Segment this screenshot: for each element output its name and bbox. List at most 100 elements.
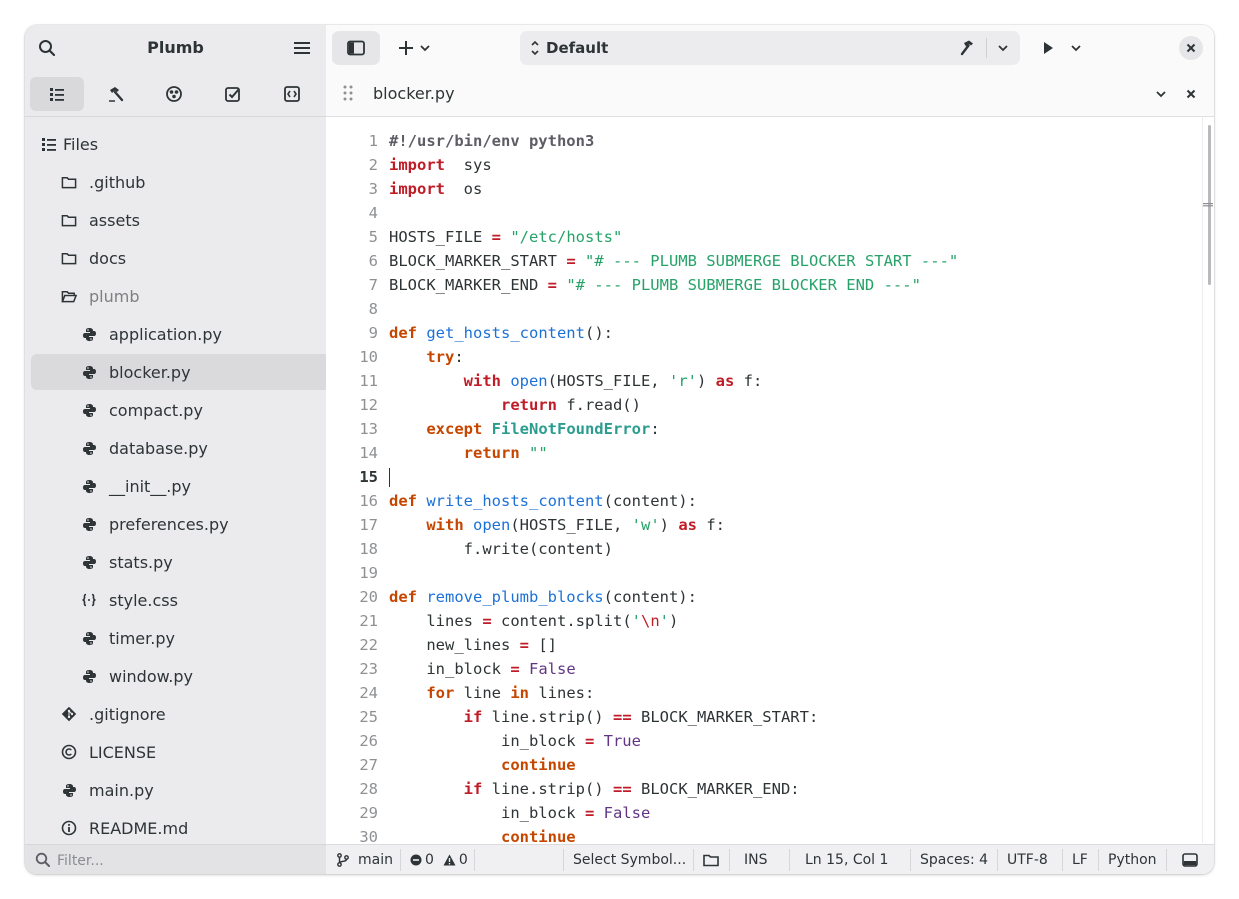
tree-root-files[interactable]: Files (31, 126, 329, 162)
tree-item[interactable]: LICENSE (31, 734, 349, 770)
code-editor[interactable]: 1 2 3 4 5 6 7 8 9 10 11 12 13 14 15 16 17 18 19 20 21 22 23 24 2… (326, 117, 1202, 843)
tree-item[interactable]: main.py (31, 772, 349, 808)
code-token: = (584, 732, 595, 750)
code-line[interactable]: with open(HOSTS_FILE, 'r') as f: (389, 369, 763, 393)
code-line[interactable]: continue (389, 753, 576, 777)
code-token: 'r' (668, 372, 697, 390)
tree-item[interactable]: __init__.py (31, 468, 369, 504)
tree-item-label: application.py (109, 324, 222, 344)
code-line[interactable]: except FileNotFoundError: (389, 417, 659, 441)
code-line[interactable]: return f.read() (389, 393, 641, 417)
config-divider (986, 38, 987, 58)
close-tab-button[interactable] (1180, 83, 1202, 105)
filter-input[interactable] (55, 848, 319, 874)
diagnostics-indicator[interactable]: 0 0 (410, 845, 468, 874)
tree-item[interactable]: preferences.py (31, 506, 369, 542)
code-line[interactable]: #!/usr/bin/env python3 (389, 129, 594, 153)
code-line[interactable]: HOSTS_FILE = "/etc/hosts" (389, 225, 622, 249)
tree-item[interactable]: window.py (31, 658, 369, 694)
tab-symbols[interactable] (265, 77, 319, 111)
branch-indicator[interactable]: main (336, 845, 393, 874)
line-ending-selector[interactable]: LF (1072, 845, 1088, 874)
folder-icon (61, 174, 77, 190)
code-line[interactable]: in_block = True (389, 729, 641, 753)
config-label: Default (546, 39, 609, 57)
tab-files[interactable] (30, 77, 84, 111)
tab-todo[interactable] (206, 77, 260, 111)
main-menu-button[interactable] (289, 37, 315, 59)
tree-item[interactable]: assets (31, 202, 349, 238)
code-line[interactable]: def remove_plumb_blocks(content): (389, 585, 697, 609)
code-line[interactable]: in_block = False (389, 657, 575, 681)
run-menu-button[interactable] (1066, 37, 1086, 59)
tree-item[interactable]: README.md (31, 810, 349, 846)
code-line[interactable]: for line in lines: (389, 681, 594, 705)
tree-item[interactable]: database.py (31, 430, 369, 466)
toggle-sidebar-button[interactable] (332, 31, 380, 65)
code-line[interactable]: BLOCK_MARKER_END = "# --- PLUMB SUBMERGE… (389, 273, 921, 297)
tree-item-label: Files (63, 134, 99, 154)
code-line[interactable]: import os (389, 177, 482, 201)
close-window-button[interactable] (1179, 36, 1203, 60)
code-line[interactable]: if line.strip() == BLOCK_MARKER_START: (389, 705, 819, 729)
code-line[interactable]: import sys (389, 153, 492, 177)
code-line[interactable]: def get_hosts_content(): (389, 321, 613, 345)
drag-handle[interactable] (340, 83, 356, 103)
select-symbol-button[interactable]: Select Symbol... (573, 845, 686, 874)
run-button[interactable] (1038, 37, 1058, 59)
tree-item[interactable]: timer.py (31, 620, 369, 656)
tree-item[interactable]: compact.py (31, 392, 369, 428)
code-line[interactable]: return "" (389, 441, 548, 465)
code-line[interactable]: BLOCK_MARKER_START = "# --- PLUMB SUBMER… (389, 249, 958, 273)
warning-icon (443, 854, 456, 866)
new-tab-button[interactable] (392, 31, 436, 65)
status-bar: main 0 0 Select Symbol... INS Ln 15, Col… (326, 844, 1214, 874)
tree-item-label: blocker.py (109, 362, 191, 382)
tree-item[interactable]: .gitignore (31, 696, 349, 732)
code-line[interactable]: new_lines = [] (389, 633, 557, 657)
tree-item[interactable]: docs (31, 240, 349, 276)
open-folder-button[interactable] (703, 845, 719, 874)
build-config-selector[interactable]: Default (520, 31, 1020, 65)
code-line[interactable]: with open(HOSTS_FILE, 'w') as f: (389, 513, 725, 537)
indentation-selector[interactable]: Spaces: 4 (920, 845, 988, 874)
code-token: ) (659, 516, 679, 534)
code-line[interactable]: in_block = False (389, 801, 650, 825)
code-token: if (463, 708, 483, 726)
code-line[interactable]: lines = content.split('\n') (389, 609, 678, 633)
tree-item[interactable]: style.css (31, 582, 369, 618)
language-selector[interactable]: Python (1108, 845, 1157, 874)
tree-item[interactable]: application.py (31, 316, 369, 352)
cursor-position[interactable]: Ln 15, Col 1 (805, 845, 888, 874)
encoding-selector[interactable]: UTF-8 (1007, 845, 1048, 874)
code-token: return (500, 396, 557, 414)
tab-menu-button[interactable] (1150, 83, 1172, 105)
mode-label: INS (744, 852, 768, 868)
tab-build[interactable] (89, 77, 143, 111)
tree-item[interactable]: .github (31, 164, 349, 200)
tree-item[interactable]: plumb (31, 278, 349, 314)
build-button[interactable] (956, 37, 980, 59)
code-line[interactable]: continue (389, 825, 576, 843)
tree-item-label: .github (89, 172, 146, 192)
tree-item[interactable]: stats.py (31, 544, 369, 580)
tree-item-label: assets (89, 210, 140, 230)
code-token: (HOSTS_FILE, (510, 516, 632, 534)
tree-item[interactable]: blocker.py (31, 354, 369, 390)
code-line[interactable]: def write_hosts_content(content): (389, 489, 697, 513)
tree-item-label: .gitignore (89, 704, 166, 724)
tab-title[interactable]: blocker.py (373, 84, 455, 103)
code-line[interactable]: try: (389, 345, 463, 369)
line-number: 3 (368, 180, 378, 198)
tab-graph[interactable] (147, 77, 201, 111)
code-line[interactable]: if line.strip() == BLOCK_MARKER_END: (389, 777, 800, 801)
insert-mode-indicator[interactable]: INS (744, 845, 768, 874)
toggle-panel-button[interactable] (1182, 845, 1198, 874)
python-icon (81, 668, 97, 684)
editor-scrollbar[interactable] (1202, 117, 1214, 843)
status-separator (1166, 849, 1167, 871)
file-tree: Files .github assets docs plumb application.p… (25, 118, 369, 844)
build-menu-button[interactable] (992, 37, 1014, 59)
code-line[interactable]: f.write(content) (389, 537, 613, 561)
